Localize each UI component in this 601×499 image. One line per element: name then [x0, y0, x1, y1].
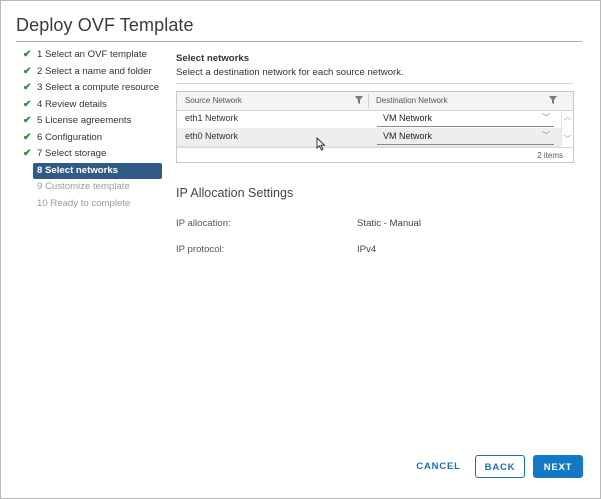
- deploy-ovf-dialog: Deploy OVF Template ✔ 1 Select an OVF te…: [0, 0, 601, 499]
- title-divider: [16, 41, 582, 42]
- dialog-title: Deploy OVF Template: [16, 15, 194, 35]
- select-value: VM Network: [383, 113, 433, 123]
- step-2[interactable]: ✔ 2 Select a name and folder: [21, 64, 166, 81]
- grid-header: Source Network Destination Network: [177, 92, 573, 111]
- column-header-destination[interactable]: Destination Network: [376, 96, 448, 105]
- ip-allocation-label: IP allocation:: [176, 218, 231, 229]
- check-icon: ✔: [23, 65, 32, 77]
- ip-protocol-label: IP protocol:: [176, 244, 225, 255]
- mouse-cursor-icon: [316, 137, 326, 151]
- step-5[interactable]: ✔ 5 License agreements: [21, 113, 166, 130]
- step-label: 4 Review details: [37, 98, 107, 110]
- step-9: 9 Customize template: [21, 179, 166, 196]
- scroll-up-icon[interactable]: ︿: [564, 112, 571, 122]
- networks-section: Select networks Select a destination net…: [176, 53, 573, 84]
- destination-network-select[interactable]: VM Network ﹀: [377, 129, 554, 145]
- check-icon: ✔: [23, 98, 32, 110]
- ip-allocation-title: IP Allocation Settings: [176, 186, 294, 200]
- filter-icon[interactable]: [355, 96, 363, 105]
- section-divider: [176, 83, 573, 84]
- column-divider[interactable]: [368, 94, 369, 108]
- check-icon: ✔: [23, 115, 32, 126]
- step-label: 8 Select networks: [37, 164, 119, 176]
- network-mapping-grid: Source Network Destination Network eth1 …: [176, 91, 574, 163]
- ip-allocation-value: Static - Manual: [357, 218, 421, 229]
- step-8-active[interactable]: 8 Select networks: [33, 162, 162, 179]
- source-network-cell: eth1 Network: [185, 113, 239, 123]
- step-label: 5 License agreements: [37, 115, 132, 126]
- step-label: 1 Select an OVF template: [37, 49, 147, 60]
- check-icon: ✔: [23, 131, 32, 143]
- column-header-source[interactable]: Source Network: [185, 96, 242, 105]
- step-label: 3 Select a compute resource: [37, 82, 160, 93]
- section-heading: Select networks: [176, 53, 250, 64]
- next-button[interactable]: NEXT: [533, 455, 583, 478]
- filter-icon[interactable]: [549, 96, 557, 105]
- section-subheading: Select a destination network for each so…: [176, 67, 404, 78]
- step-4[interactable]: ✔ 4 Review details: [21, 97, 166, 114]
- grid-footer: 2 items: [177, 147, 573, 163]
- step-3[interactable]: ✔ 3 Select a compute resource: [21, 80, 166, 97]
- table-row[interactable]: eth1 Network VM Network ﹀: [177, 110, 561, 129]
- step-label: 9 Customize template: [37, 181, 130, 192]
- step-1[interactable]: ✔ 1 Select an OVF template: [21, 47, 166, 64]
- cancel-button[interactable]: CANCEL: [411, 455, 466, 478]
- step-10: 10 Ready to complete: [21, 196, 166, 213]
- step-label: 2 Select a name and folder: [37, 65, 152, 77]
- scroll-down-icon[interactable]: ﹀: [564, 134, 571, 144]
- step-label: 7 Select storage: [37, 148, 107, 159]
- step-6[interactable]: ✔ 6 Configuration: [21, 130, 166, 147]
- step-7[interactable]: ✔ 7 Select storage: [21, 146, 166, 163]
- chevron-down-icon: ﹀: [542, 131, 550, 140]
- check-icon: ✔: [23, 82, 32, 93]
- check-icon: ✔: [23, 49, 32, 60]
- destination-network-select[interactable]: VM Network ﹀: [377, 111, 554, 127]
- select-value: VM Network: [383, 131, 433, 141]
- grid-scrollbar[interactable]: ︿ ﹀: [561, 110, 573, 146]
- step-label: 10 Ready to complete: [37, 197, 131, 209]
- chevron-down-icon: ﹀: [542, 113, 550, 122]
- wizard-steps: ✔ 1 Select an OVF template ✔ 2 Select a …: [21, 47, 166, 212]
- ip-protocol-value: IPv4: [357, 244, 377, 255]
- item-count: 2 items: [537, 151, 563, 160]
- table-row[interactable]: eth0 Network VM Network ﹀: [177, 128, 561, 147]
- source-network-cell: eth0 Network: [185, 131, 239, 141]
- step-label: 6 Configuration: [37, 131, 103, 143]
- back-button[interactable]: BACK: [475, 455, 525, 478]
- check-icon: ✔: [23, 148, 32, 159]
